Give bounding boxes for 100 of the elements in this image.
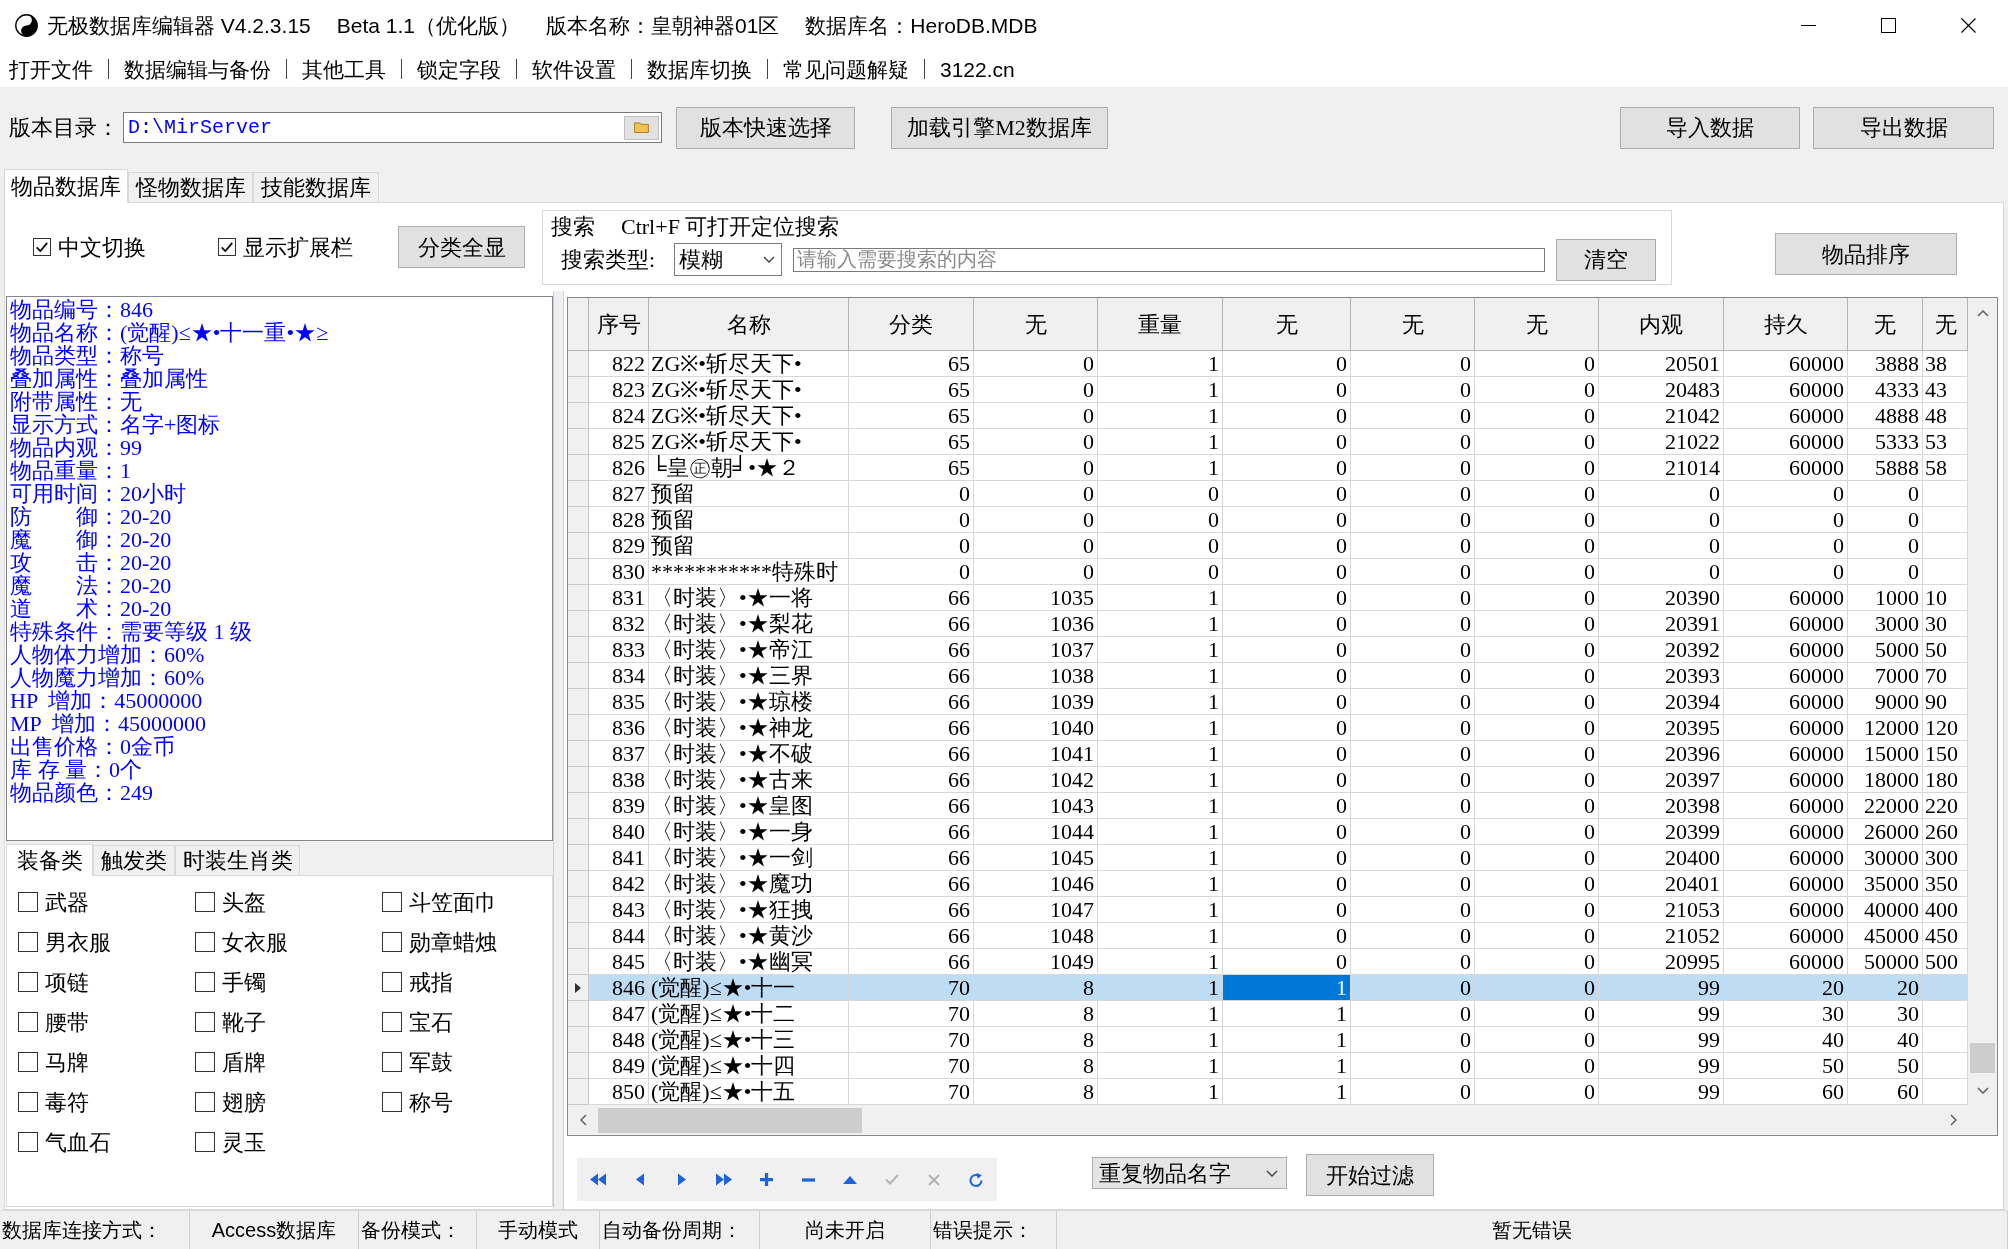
column-header[interactable]: 无 <box>1475 298 1599 351</box>
table-row[interactable]: 841 〈时装〉•★一剑 66 1045 1 0 0 0 20400 60000 30000 300 <box>568 845 1968 871</box>
checkbox[interactable] <box>195 972 215 992</box>
left-triangle-icon[interactable] <box>636 1173 644 1186</box>
table-row[interactable]: 846 (觉醒)≤★•十一 70 8 1 1 0 0 99 20 20 <box>568 975 1968 1001</box>
toolbar-button[interactable]: 版本快速选择 <box>676 106 855 149</box>
horizontal-scrollbar[interactable] <box>568 1105 1968 1135</box>
checkbox[interactable] <box>18 1092 38 1112</box>
column-header[interactable]: 持久 <box>1724 298 1848 351</box>
vertical-scrollbar[interactable] <box>1968 298 1997 1105</box>
checkbox-label[interactable]: 中文切换 <box>58 230 146 264</box>
checkbox[interactable] <box>195 1012 215 1032</box>
table-row[interactable]: 832 〈时装〉•★梨花 66 1036 1 0 0 0 20391 60000 3000 30 <box>568 611 1968 637</box>
table-row[interactable]: 831 〈时装〉•★一将 66 1035 1 0 0 0 20390 60000 1000 10 <box>568 585 1968 611</box>
toolbar-button[interactable]: 导出数据 <box>1813 106 1994 149</box>
tab[interactable]: 时装生肖类 <box>175 845 300 875</box>
checkbox[interactable] <box>195 932 215 952</box>
menu-item[interactable]: 其他工具 <box>302 58 386 80</box>
table-row[interactable]: 825 ZG※•斩尽天下• 65 0 1 0 0 0 21022 60000 5333 53 <box>568 429 1968 455</box>
menu-item[interactable]: 数据库切换 <box>647 58 752 80</box>
checkbox-label[interactable]: 盾牌 <box>222 1045 266 1079</box>
table-row[interactable]: 822 ZG※•斩尽天下• 65 0 1 0 0 0 20501 60000 3888 38 <box>568 351 1968 377</box>
checkbox[interactable] <box>195 1132 215 1152</box>
table-row[interactable]: 837 〈时装〉•★不破 66 1041 1 0 0 0 20396 60000 15000 150 <box>568 741 1968 767</box>
table-row[interactable]: 839 〈时装〉•★皇图 66 1043 1 0 0 0 20398 60000 22000 220 <box>568 793 1968 819</box>
checkbox[interactable] <box>18 972 38 992</box>
checkbox-label[interactable]: 显示扩展栏 <box>243 230 353 264</box>
checkbox-label[interactable]: 灵玉 <box>222 1125 266 1159</box>
double-right-triangle-icon[interactable] <box>716 1173 732 1186</box>
checkbox-label[interactable]: 勋章蜡烛 <box>409 925 497 959</box>
table-row[interactable]: 843 〈时装〉•★狂拽 66 1047 1 0 0 0 21053 60000 40000 400 <box>568 897 1968 923</box>
checkbox-label[interactable]: 手镯 <box>222 965 266 999</box>
column-header[interactable]: 内观 <box>1599 298 1724 351</box>
table-row[interactable]: 826 ╘皇㊣朝╛•★２ 65 0 1 0 0 0 21014 60000 5888 58 <box>568 455 1968 481</box>
menu-item[interactable]: 锁定字段 <box>417 58 501 80</box>
table-row[interactable]: 845 〈时装〉•★幽冥 66 1049 1 0 0 0 20995 60000 50000 500 <box>568 949 1968 975</box>
checkbox[interactable] <box>18 1132 38 1152</box>
tab[interactable]: 触发类 <box>93 845 175 875</box>
checkbox-label[interactable]: 腰带 <box>45 1005 89 1039</box>
column-header[interactable]: 分类 <box>849 298 974 351</box>
checkbox[interactable] <box>382 892 402 912</box>
directory-field[interactable]: D:\MirServer <box>123 112 662 143</box>
menu-item[interactable]: 软件设置 <box>532 58 616 80</box>
checkbox-label[interactable]: 气血石 <box>45 1125 111 1159</box>
menu-item[interactable]: 数据编辑与备份 <box>124 58 271 80</box>
tab[interactable]: 技能数据库 <box>253 172 379 202</box>
column-header[interactable]: 无 <box>1848 298 1923 351</box>
table-row[interactable]: 830 ***********特殊时 0 0 0 0 0 0 0 0 0 <box>568 559 1968 585</box>
tab[interactable]: 物品数据库 <box>4 169 128 203</box>
table-row[interactable]: 828 预留 0 0 0 0 0 0 0 0 0 <box>568 507 1968 533</box>
search-type-select[interactable]: 模糊 <box>674 243 782 276</box>
checkbox-label[interactable]: 靴子 <box>222 1005 266 1039</box>
checkbox[interactable] <box>18 932 38 952</box>
checkbox-label[interactable]: 宝石 <box>409 1005 453 1039</box>
checkbox-label[interactable]: 毒符 <box>45 1085 89 1119</box>
checkbox[interactable] <box>382 1092 402 1112</box>
checkbox[interactable] <box>33 238 51 256</box>
plus-icon[interactable] <box>759 1173 773 1186</box>
checkbox-label[interactable]: 称号 <box>409 1085 453 1119</box>
checkbox[interactable] <box>195 892 215 912</box>
checkbox-label[interactable]: 头盔 <box>222 885 266 919</box>
table-row[interactable]: 835 〈时装〉•★琼楼 66 1039 1 0 0 0 20394 60000 9000 90 <box>568 689 1968 715</box>
checkbox-label[interactable]: 女衣服 <box>222 925 288 959</box>
column-header[interactable]: 无 <box>974 298 1098 351</box>
table-row[interactable]: 842 〈时装〉•★魔功 66 1046 1 0 0 0 20401 60000 35000 350 <box>568 871 1968 897</box>
double-left-triangle-icon[interactable] <box>590 1173 606 1186</box>
menu-item[interactable]: 3122.cn <box>940 58 1015 80</box>
checkbox[interactable] <box>218 238 236 256</box>
filter-select[interactable]: 重复物品名字 <box>1092 1157 1287 1189</box>
table-row[interactable]: 849 (觉醒)≤★•十四 70 8 1 1 0 0 99 50 50 <box>568 1053 1968 1079</box>
minus-icon[interactable] <box>801 1177 815 1182</box>
checkbox-label[interactable]: 马牌 <box>45 1045 89 1079</box>
table-row[interactable]: 838 〈时装〉•★古来 66 1042 1 0 0 0 20397 60000 18000 180 <box>568 767 1968 793</box>
search-field[interactable]: 请输入需要搜索的内容 <box>793 247 1545 272</box>
menu-item[interactable]: 打开文件 <box>9 58 93 80</box>
refresh-icon[interactable] <box>969 1172 983 1187</box>
column-header[interactable]: 名称 <box>649 298 849 351</box>
scrollbar-thumb[interactable] <box>1970 1043 1995 1073</box>
sort-button[interactable]: 物品排序 <box>1775 233 1957 275</box>
up-triangle-icon[interactable] <box>843 1175 857 1184</box>
checkbox-label[interactable]: 项链 <box>45 965 89 999</box>
column-header[interactable]: 序号 <box>589 298 649 351</box>
table-row[interactable]: 848 (觉醒)≤★•十三 70 8 1 1 0 0 99 40 40 <box>568 1027 1968 1053</box>
tab[interactable]: 装备类 <box>6 844 93 876</box>
checkbox-label[interactable]: 斗笠面巾 <box>409 885 497 919</box>
checkbox[interactable] <box>382 1052 402 1072</box>
checkbox[interactable] <box>18 892 38 912</box>
checkbox[interactable] <box>382 932 402 952</box>
checkbox[interactable] <box>195 1092 215 1112</box>
checkbox[interactable] <box>382 1012 402 1032</box>
column-header[interactable]: 无 <box>1351 298 1475 351</box>
checkbox-label[interactable]: 军鼓 <box>409 1045 453 1079</box>
checkbox[interactable] <box>382 972 402 992</box>
filter-button[interactable]: 开始过滤 <box>1306 1154 1434 1196</box>
checkbox-label[interactable]: 武器 <box>45 885 89 919</box>
table-row[interactable]: 836 〈时装〉•★神龙 66 1040 1 0 0 0 20395 60000 12000 120 <box>568 715 1968 741</box>
row-header[interactable] <box>568 975 589 1001</box>
table-row[interactable]: 847 (觉醒)≤★•十二 70 8 1 1 0 0 99 30 30 <box>568 1001 1968 1027</box>
column-header[interactable]: 无 <box>1923 298 1968 351</box>
toolbar-button[interactable]: 加载引擎M2数据库 <box>891 106 1108 149</box>
